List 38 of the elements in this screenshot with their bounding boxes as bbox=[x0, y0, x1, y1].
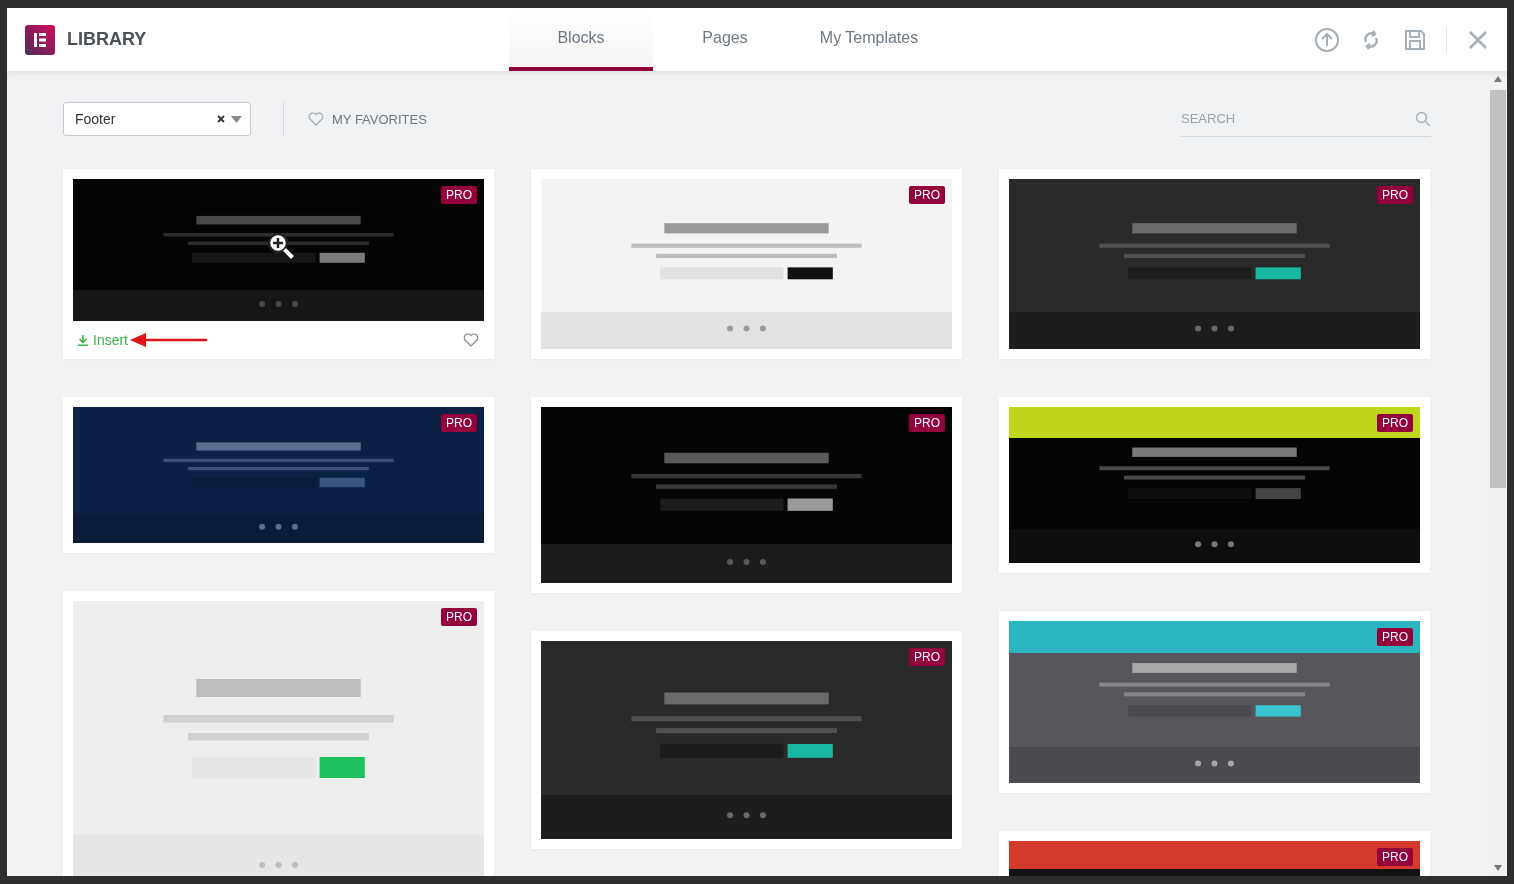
template-card[interactable]: PRO bbox=[999, 611, 1430, 793]
pro-badge: PRO bbox=[1377, 186, 1413, 204]
template-card[interactable]: PRO bbox=[63, 397, 494, 553]
pro-badge: PRO bbox=[1377, 414, 1413, 432]
search-icon[interactable] bbox=[1415, 111, 1431, 127]
template-card[interactable]: PRO Insert bbox=[63, 169, 494, 359]
pro-badge: PRO bbox=[909, 648, 945, 666]
library-title: LIBRARY bbox=[67, 29, 147, 50]
pro-badge: PRO bbox=[1377, 848, 1413, 866]
search-field[interactable]: SEARCH bbox=[1181, 101, 1431, 137]
zoom-in-icon[interactable] bbox=[266, 232, 295, 260]
caret-icon bbox=[231, 115, 242, 123]
template-card[interactable]: PRO bbox=[999, 831, 1430, 876]
clear-icon[interactable] bbox=[217, 115, 225, 123]
template-card[interactable]: PRO bbox=[531, 397, 962, 593]
tab[interactable]: Blocks bbox=[509, 8, 653, 71]
pro-badge: PRO bbox=[441, 414, 477, 432]
category-select[interactable]: Footer bbox=[63, 102, 251, 136]
pro-badge: PRO bbox=[1377, 628, 1413, 646]
template-card[interactable]: PRO bbox=[999, 397, 1430, 573]
pro-badge: PRO bbox=[909, 414, 945, 432]
template-card[interactable]: PRO bbox=[63, 591, 494, 876]
heart-icon[interactable] bbox=[463, 333, 479, 347]
template-card[interactable]: PRO bbox=[531, 631, 962, 849]
download-icon bbox=[78, 334, 88, 346]
template-card[interactable]: PRO bbox=[531, 169, 962, 359]
favorites-link[interactable]: MY FAVORITES bbox=[332, 111, 427, 127]
tab[interactable]: Pages bbox=[653, 8, 797, 71]
heart-icon[interactable] bbox=[308, 112, 324, 126]
pro-badge: PRO bbox=[441, 186, 477, 204]
scroll-up-icon[interactable] bbox=[1494, 76, 1502, 82]
scroll-down-icon[interactable] bbox=[1494, 865, 1502, 871]
pro-badge: PRO bbox=[441, 608, 477, 626]
upload-icon[interactable] bbox=[1314, 26, 1340, 53]
pro-badge: PRO bbox=[909, 186, 945, 204]
template-card[interactable]: PRO bbox=[999, 169, 1430, 359]
tab[interactable]: My Templates bbox=[797, 8, 941, 71]
logo-icon bbox=[25, 24, 55, 55]
